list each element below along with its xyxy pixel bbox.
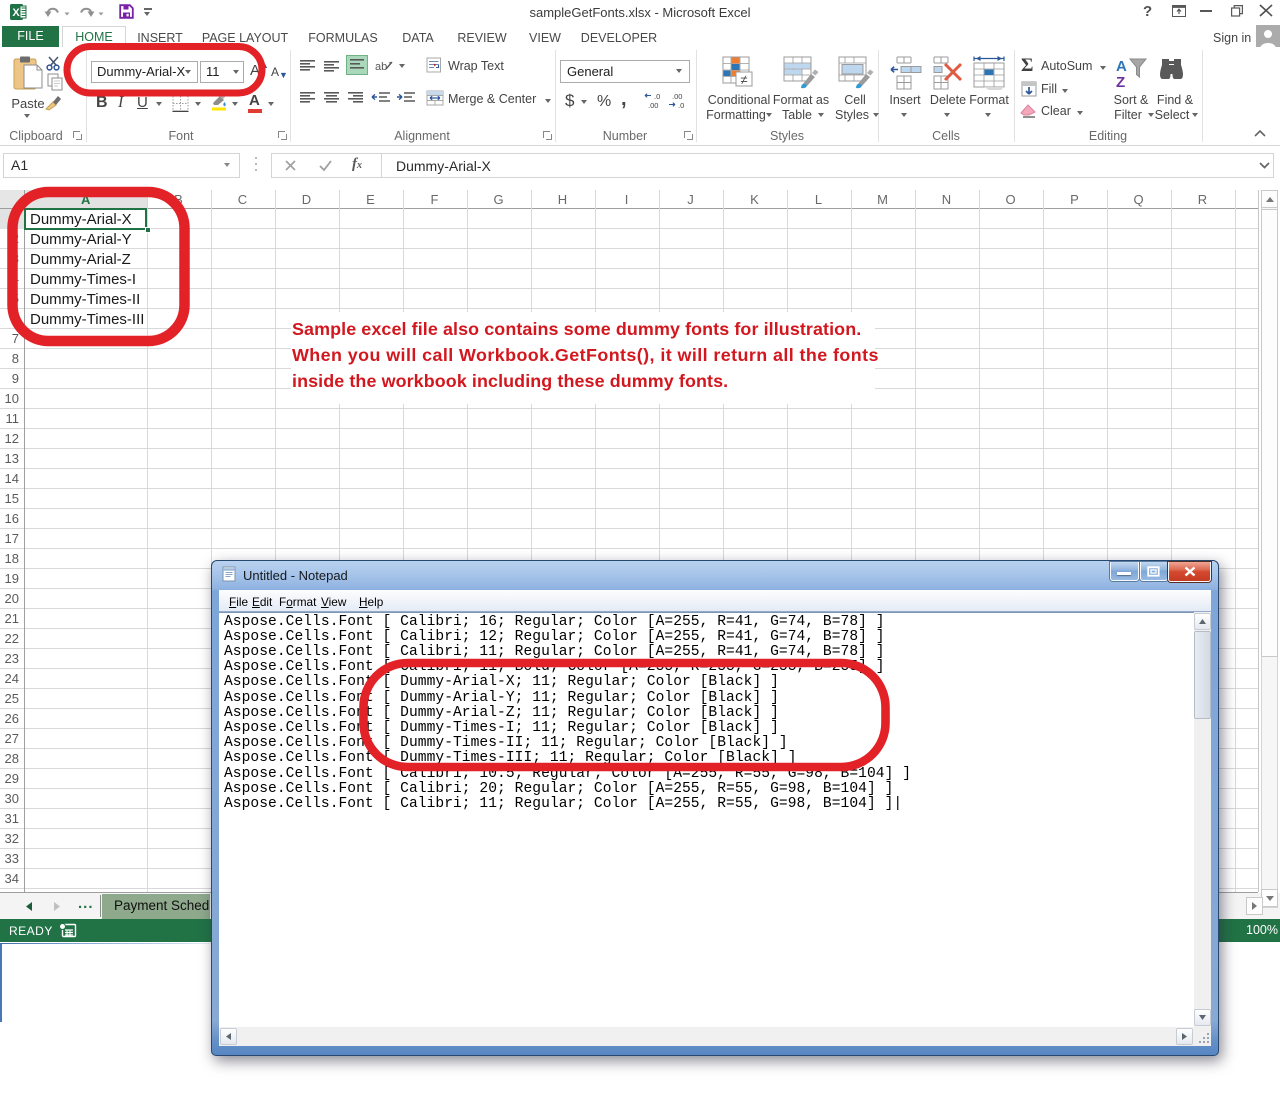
svg-text:.00: .00 [672,92,682,101]
svg-text:≠: ≠ [740,72,747,87]
svg-text:.0: .0 [678,101,684,110]
svg-text:.00: .00 [648,101,658,110]
svg-text:Z: Z [1116,74,1125,90]
svg-text:ab: ab [375,61,387,73]
svg-text:.0: .0 [654,92,660,101]
svg-text:A: A [1116,58,1127,75]
